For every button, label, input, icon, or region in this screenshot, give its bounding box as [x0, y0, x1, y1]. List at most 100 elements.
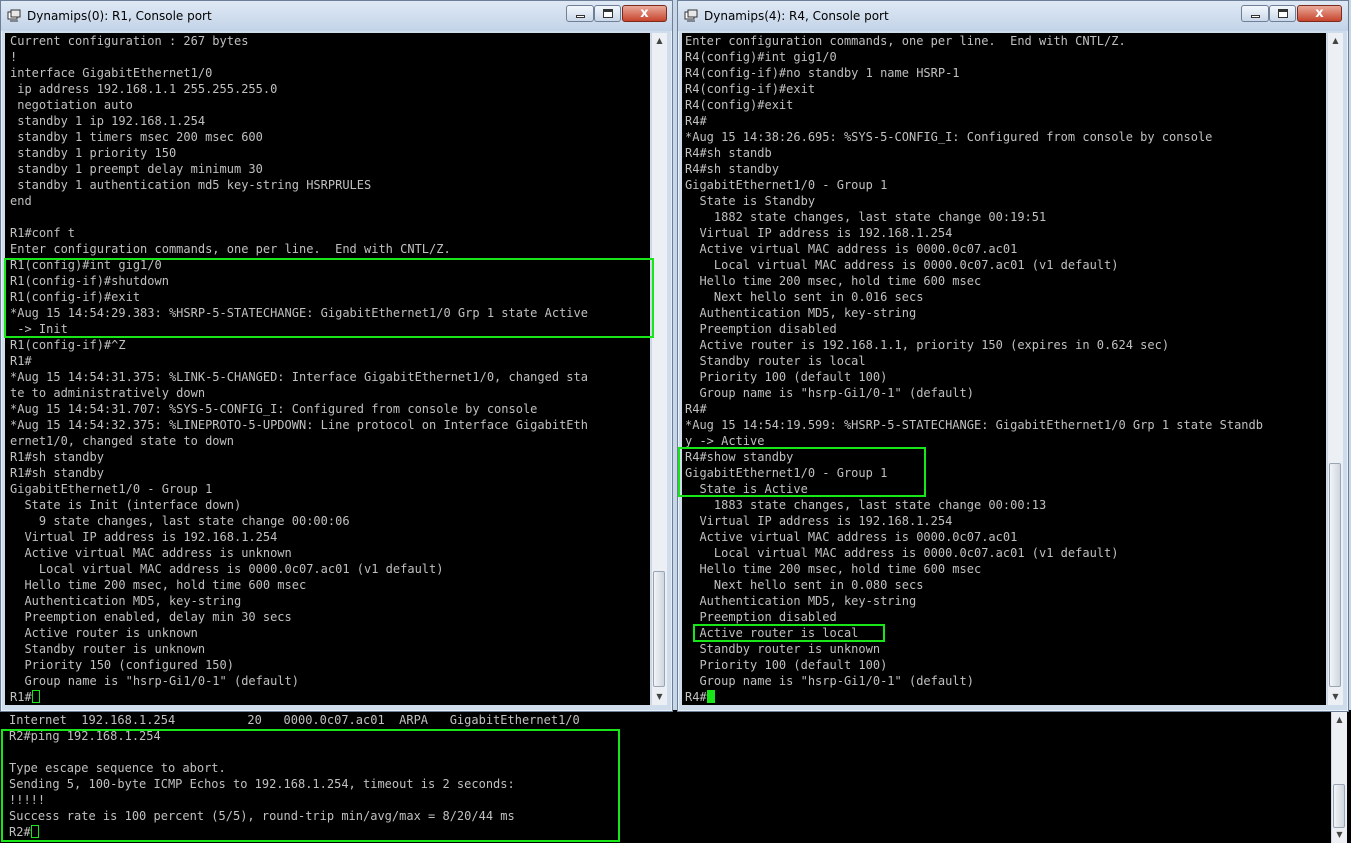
console-line: 1883 state changes, last state change 00…	[685, 498, 1047, 512]
r1-console-window[interactable]: Dynamips(0): R1, Console port x Current …	[0, 0, 673, 712]
console-line: Next hello sent in 0.080 secs	[685, 578, 924, 592]
r2-ping-highlight	[1, 729, 620, 842]
console-line: Authentication MD5, key-string	[685, 306, 917, 320]
close-icon: x	[1315, 6, 1324, 21]
console-line: standby 1 priority 150	[10, 146, 177, 160]
r1-window-title: Dynamips(0): R1, Console port	[27, 9, 212, 23]
console-line: standby 1 timers msec 200 msec 600	[10, 130, 263, 144]
minimize-icon	[1251, 15, 1260, 18]
r4-scrollbar[interactable]: ▲ ▼	[1327, 33, 1343, 705]
console-line: State is Init (interface down)	[10, 498, 242, 512]
r4-title-bar[interactable]: Dynamips(4): R4, Console port x	[678, 1, 1348, 31]
console-line: Standby router is local	[685, 354, 866, 368]
r2-scroll-up-icon[interactable]: ▲	[1332, 712, 1347, 728]
console-line: *Aug 15 14:38:26.695: %SYS-5-CONFIG_I: C…	[685, 130, 1213, 144]
console-line: *Aug 15 14:54:19.599: %HSRP-5-STATECHANG…	[685, 418, 1263, 432]
r1-console-text: Current configuration : 267 bytes! interf…	[5, 33, 650, 705]
console-line: end	[10, 194, 32, 208]
close-icon: x	[640, 6, 649, 21]
console-line: *Aug 15 14:54:31.375: %LINK-5-CHANGED: I…	[10, 370, 588, 384]
r2-scroll-down-icon[interactable]: ▼	[1332, 827, 1347, 843]
console-line: State is Standby	[685, 194, 816, 208]
console-line: Standby router is unknown	[10, 642, 206, 656]
r4-maximize-button[interactable]	[1269, 5, 1296, 22]
console-line: R4(config-if)#exit	[685, 82, 816, 96]
console-line: Active router is 192.168.1.1, priority 1…	[685, 338, 1170, 352]
console-line: Virtual IP address is 192.168.1.254	[10, 530, 278, 544]
console-line: Current configuration : 267 bytes	[10, 34, 249, 48]
console-line: Active virtual MAC address is 0000.0c07.…	[685, 242, 1018, 256]
console-line: GigabitEthernet1/0 - Group 1	[685, 178, 888, 192]
console-line: R4#	[685, 114, 707, 128]
maximize-icon	[603, 9, 613, 18]
console-line: Internet 192.168.1.254 20 0000.0c07.ac01…	[9, 713, 580, 727]
console-line: Hello time 200 msec, hold time 600 msec	[685, 562, 982, 576]
r1-scroll-thumb[interactable]	[653, 571, 665, 687]
console-line: Enter configuration commands, one per li…	[10, 242, 451, 256]
console-line: R4(config)#exit	[685, 98, 794, 112]
console-window-icon	[684, 9, 698, 22]
r1-console[interactable]: Current configuration : 267 bytes! interf…	[5, 33, 650, 705]
console-prompt-line[interactable]: R1#	[10, 689, 650, 705]
console-line: standby 1 ip 192.168.1.254	[10, 114, 206, 128]
console-line: R4#	[685, 402, 707, 416]
r4-console[interactable]: Enter configuration commands, one per li…	[682, 33, 1326, 705]
console-line: Priority 100 (default 100)	[685, 658, 888, 672]
r4-scroll-thumb[interactable]	[1329, 463, 1341, 687]
r4-console-window[interactable]: Dynamips(4): R4, Console port x Enter co…	[677, 0, 1349, 712]
console-line: Virtual IP address is 192.168.1.254	[685, 226, 953, 240]
console-line: Preemption disabled	[685, 322, 837, 336]
console-line: *Aug 15 14:54:31.707: %SYS-5-CONFIG_I: C…	[10, 402, 538, 416]
r4-minimize-button[interactable]	[1241, 5, 1269, 22]
maximize-icon	[1278, 9, 1288, 18]
console-line: Group name is "hsrp-Gi1/0-1" (default)	[685, 386, 974, 400]
r4-show-standby-highlight	[678, 447, 926, 497]
console-line: *Aug 15 14:54:32.375: %LINEPROTO-5-UPDOW…	[10, 418, 588, 432]
text-cursor	[31, 690, 40, 703]
r4-close-button[interactable]: x	[1297, 5, 1342, 22]
r1-title-bar[interactable]: Dynamips(0): R1, Console port x	[1, 1, 672, 31]
r1-close-button[interactable]: x	[622, 5, 667, 22]
console-line: Authentication MD5, key-string	[685, 594, 917, 608]
console-line: GigabitEthernet1/0 - Group 1	[10, 482, 213, 496]
text-cursor	[706, 690, 715, 703]
minimize-icon	[576, 15, 585, 18]
console-line: standby 1 preempt delay minimum 30	[10, 162, 263, 176]
r1-shutdown-highlight	[4, 258, 654, 338]
r2-scroll-thumb[interactable]	[1333, 784, 1345, 828]
console-line: R1(config-if)#^Z	[10, 338, 126, 352]
r4-active-router-highlight	[693, 624, 885, 642]
r1-scroll-up-icon[interactable]: ▲	[652, 33, 667, 49]
console-line: Standby router is unknown	[685, 642, 881, 656]
console-line: R1#sh standby	[10, 466, 104, 480]
console-line: Active virtual MAC address is unknown	[10, 546, 292, 560]
r4-scroll-down-icon[interactable]: ▼	[1328, 689, 1343, 705]
console-line: Group name is "hsrp-Gi1/0-1" (default)	[685, 674, 974, 688]
r1-minimize-button[interactable]	[566, 5, 594, 22]
console-line: Active virtual MAC address is 0000.0c07.…	[685, 530, 1018, 544]
console-line: standby 1 authentication md5 key-string …	[10, 178, 372, 192]
console-line: R1#conf t	[10, 226, 76, 240]
console-line: Enter configuration commands, one per li…	[685, 34, 1126, 48]
console-line: negotiation auto	[10, 98, 133, 112]
console-line: Active router is unknown	[10, 626, 198, 640]
r2-scrollbar[interactable]: ▲ ▼	[1331, 712, 1347, 843]
console-line: Local virtual MAC address is 0000.0c07.a…	[685, 258, 1119, 272]
console-line: Priority 100 (default 100)	[685, 370, 888, 384]
console-line: Hello time 200 msec, hold time 600 msec	[685, 274, 982, 288]
console-line: interface GigabitEthernet1/0	[10, 66, 213, 80]
r1-scroll-down-icon[interactable]: ▼	[652, 689, 667, 705]
r4-window-title: Dynamips(4): R4, Console port	[704, 9, 889, 23]
console-line: 9 state changes, last state change 00:00…	[10, 514, 350, 528]
console-line: !	[10, 50, 18, 64]
r4-scroll-up-icon[interactable]: ▲	[1328, 33, 1343, 49]
console-line: R1#	[10, 354, 32, 368]
console-line: Group name is "hsrp-Gi1/0-1" (default)	[10, 674, 299, 688]
console-prompt: R4#	[685, 690, 707, 704]
console-line: Local virtual MAC address is 0000.0c07.a…	[10, 562, 444, 576]
r1-scrollbar[interactable]: ▲ ▼	[651, 33, 667, 705]
r4-console-text: Enter configuration commands, one per li…	[682, 33, 1326, 705]
console-prompt-line[interactable]: R4#	[685, 689, 1326, 705]
r1-maximize-button[interactable]	[594, 5, 621, 22]
